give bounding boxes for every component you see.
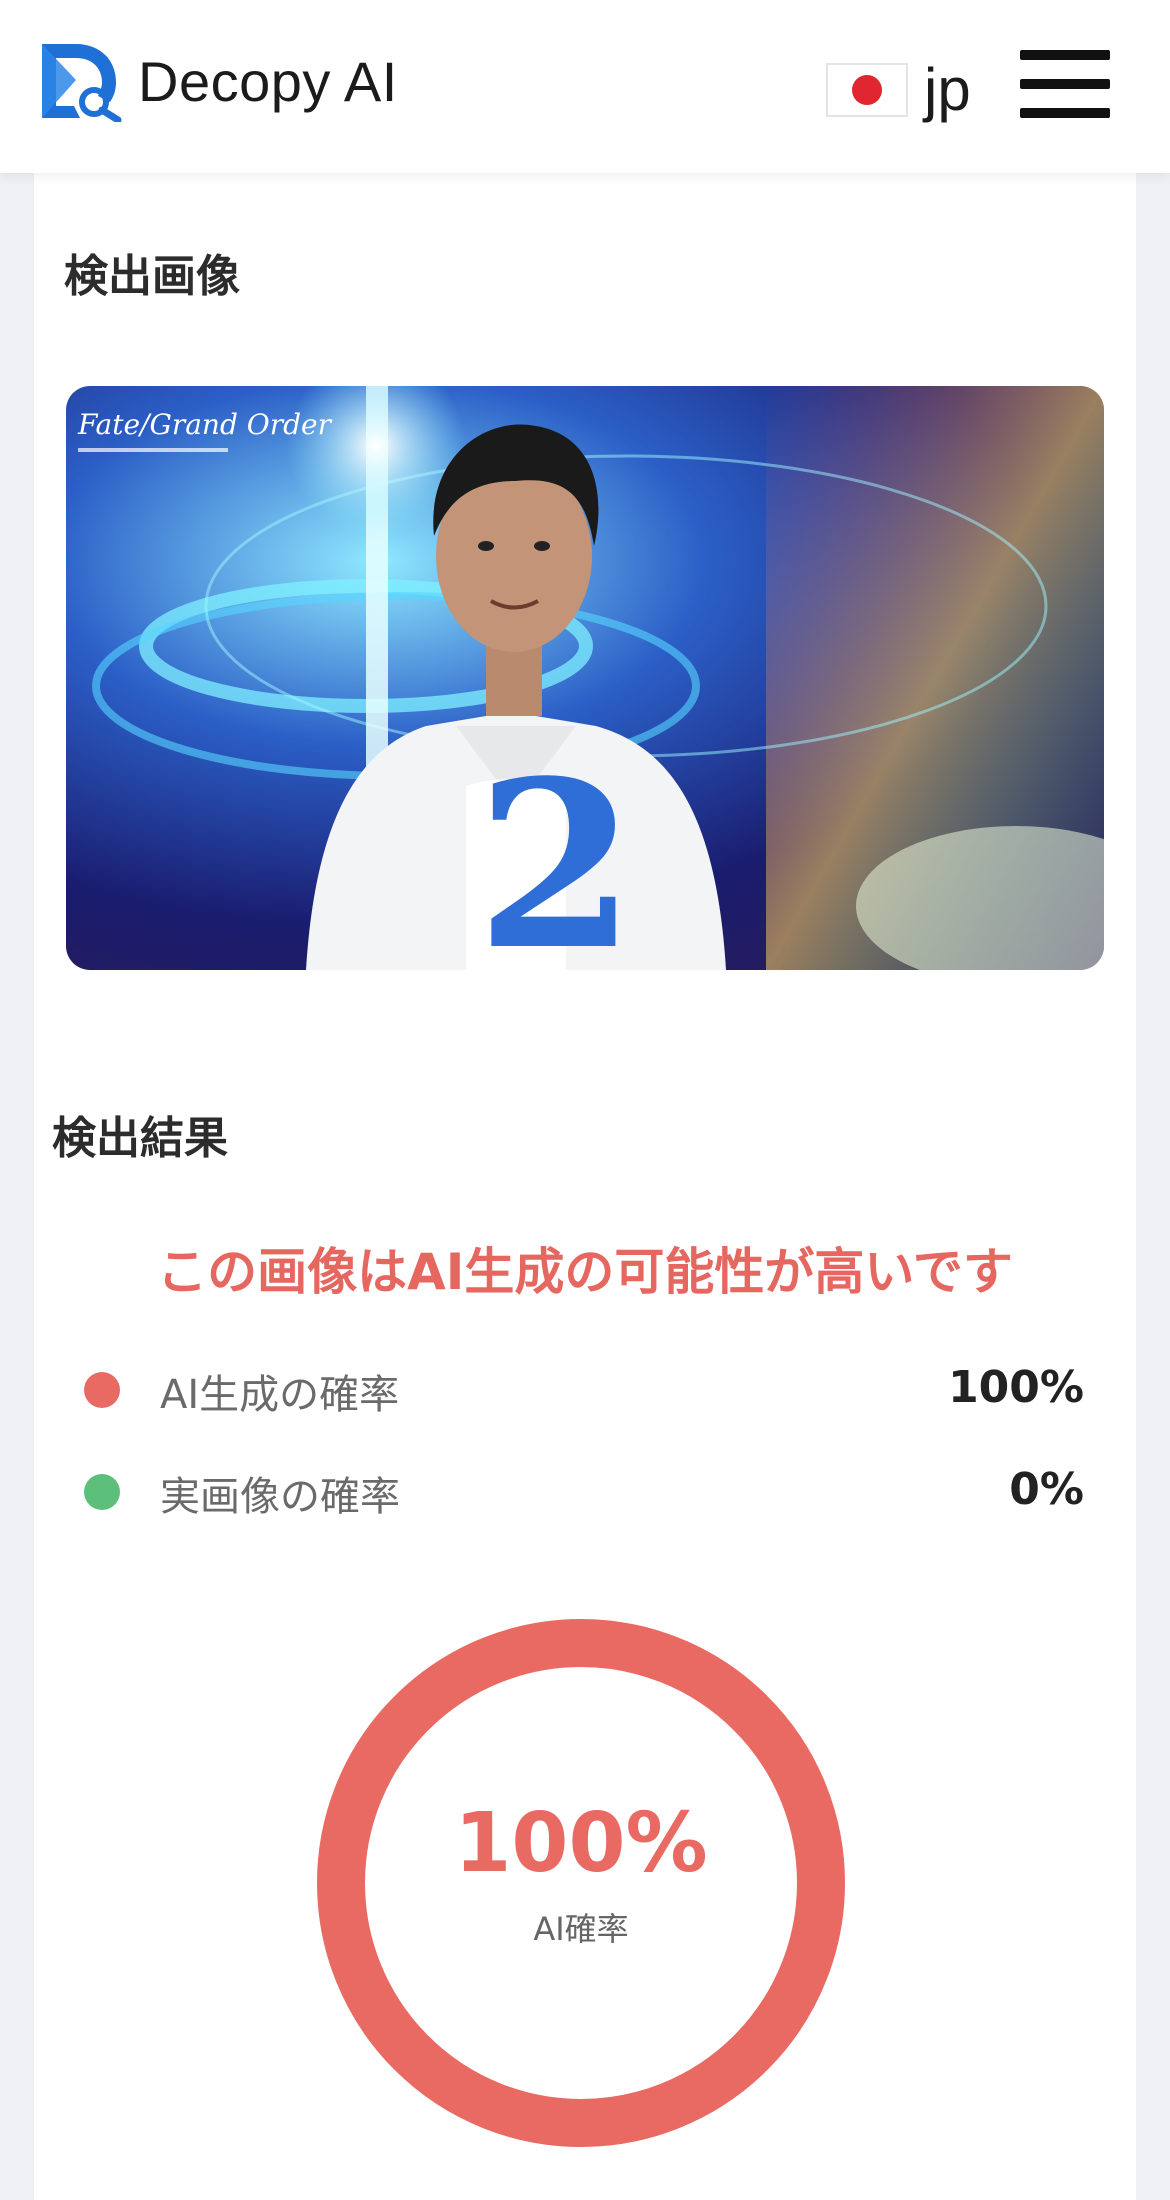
real-probability-row: 実画像の確率 0%: [84, 1460, 1084, 1520]
result-card: 検出画像 2 Fate/Grand Order 検出結果 この画像はAI生成の可…: [34, 140, 1136, 2200]
app-name: Decopy AI: [138, 49, 398, 113]
decopy-logo-icon: [42, 44, 122, 122]
ai-probability-value: 100%: [948, 1362, 1084, 1413]
brand-logo[interactable]: Decopy AI: [36, 40, 398, 122]
gauge-caption: AI確率: [533, 1910, 629, 1948]
result-headline: この画像はAI生成の可能性が高いです: [157, 1243, 1013, 1301]
ai-dot-icon: [84, 1372, 120, 1408]
hamburger-menu-icon[interactable]: [1020, 50, 1110, 118]
language-code: jp: [924, 56, 971, 123]
photo-caption-logo: Fate/Grand Order: [77, 408, 333, 441]
real-probability-value: 0%: [1009, 1464, 1084, 1515]
top-header: Decopy AI jp: [0, 0, 1170, 173]
japan-flag-icon: [826, 62, 908, 117]
gauge-value: 100%: [454, 1796, 708, 1891]
ai-probability-row: AI生成の確率 100%: [84, 1358, 1084, 1418]
detected-image-title: 検出画像: [64, 251, 240, 302]
detection-result-title: 検出結果: [52, 1113, 228, 1164]
detected-image: 2 Fate/Grand Order: [66, 386, 1104, 970]
language-selector[interactable]: jp: [826, 55, 971, 124]
svg-text:2: 2: [476, 731, 636, 970]
ai-probability-label: AI生成の確率: [160, 1372, 400, 1418]
real-probability-label: 実画像の確率: [160, 1474, 400, 1520]
ai-probability-gauge: 100% AI確率: [316, 1618, 846, 2148]
real-dot-icon: [84, 1474, 120, 1510]
